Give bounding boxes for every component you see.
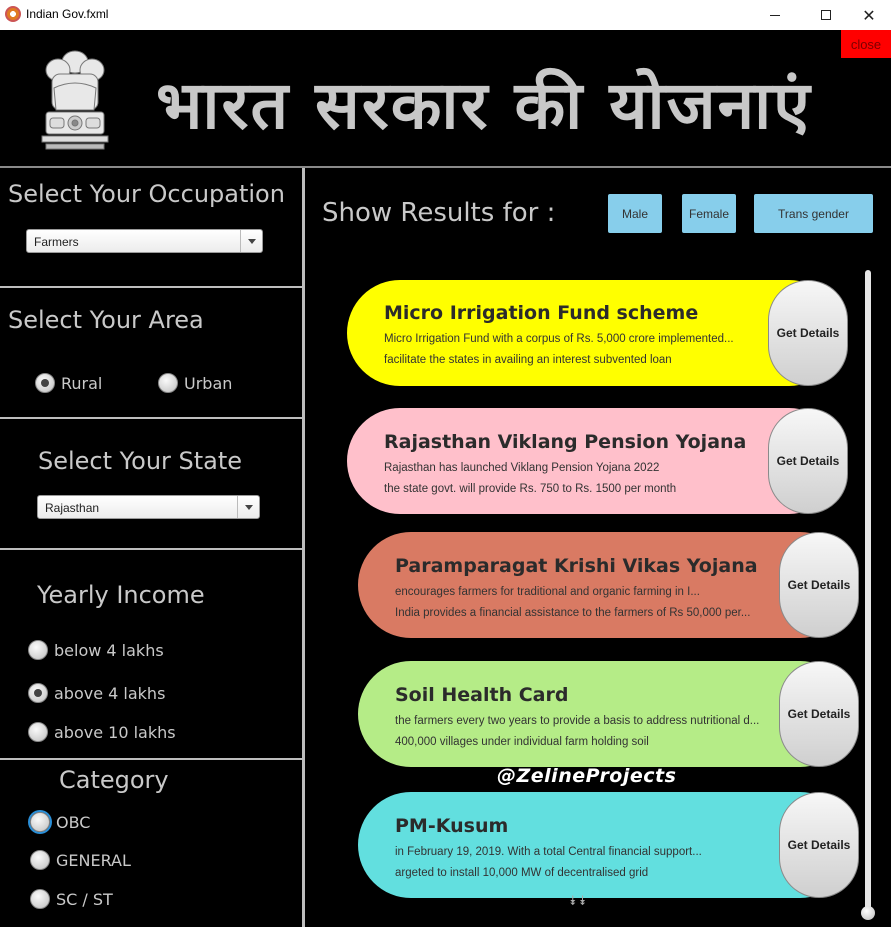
radio-icon [158,373,178,393]
chevron-down-icon [244,504,253,510]
radio-selected-icon [35,373,55,393]
area-option-label: Urban [184,373,233,393]
scheme-description: Micro Irrigation Fund with a corpus of R… [384,333,734,345]
scroll-down-icon: ⯯⯯ [569,894,589,909]
area-title: Select Your Area [8,306,204,334]
window-titlebar: Indian Gov.fxml ✕ [0,0,891,30]
category-radio-obc[interactable]: OBC [30,812,90,832]
section-divider [0,758,302,760]
close-icon: ✕ [862,5,876,25]
scheme-description: facilitate the states in availing an int… [384,354,672,366]
chevron-down-icon [247,238,256,244]
category-radio-general[interactable]: GENERAL [30,850,131,870]
area-option-label: Rural [61,373,103,393]
page-title: भारत सरकार की योजनाएं [156,67,812,144]
scheme-title: Paramparagat Krishi Vikas Yojana [395,555,758,577]
section-divider [0,417,302,419]
radio-icon [30,889,50,909]
scheme-description: the state govt. will provide Rs. 750 to … [384,483,677,495]
get-details-button[interactable]: Get Details [779,792,859,898]
section-divider [0,286,302,288]
national-emblem-logo [41,50,109,150]
scheme-description: Rajasthan has launched Viklang Pension Y… [384,462,660,474]
category-option-label: OBC [56,812,91,832]
area-radio-urban[interactable]: Urban [158,373,232,393]
minimize-icon [770,14,780,16]
watermark: @ZelineProjects [497,765,677,787]
income-option-label: above 10 lakhs [54,722,176,742]
female-button[interactable]: Female [682,194,736,233]
get-details-button[interactable]: Get Details [779,532,859,638]
category-title: Category [59,766,169,794]
get-details-button[interactable]: Get Details [779,661,859,767]
scheme-title: PM-Kusum [395,815,509,837]
maximize-icon [821,10,831,20]
results-label: Show Results for : [322,198,556,228]
occupation-title: Select Your Occupation [8,180,285,208]
scheme-description: argeted to install 10,000 MW of decentra… [395,867,649,879]
radio-icon [28,722,48,742]
scheme-description: the farmers every two years to provide a… [395,715,760,727]
radio-icon [28,640,48,660]
minimize-button[interactable] [752,0,798,30]
category-option-label: GENERAL [56,850,131,870]
section-divider [0,548,302,550]
income-option-label: below 4 lakhs [54,640,164,660]
close-button[interactable]: close [841,30,891,58]
sidebar-divider [302,168,305,927]
scrollbar-track[interactable] [865,270,871,915]
occupation-select[interactable]: Farmers [26,229,263,253]
occupation-value: Farmers [34,235,79,249]
state-select[interactable]: Rajasthan [37,495,260,519]
scheme-title: Rajasthan Viklang Pension Yojana [384,431,747,453]
area-radio-rural[interactable]: Rural [35,373,102,393]
scheme-title: Micro Irrigation Fund scheme [384,302,699,324]
category-option-label: SC / ST [56,889,113,909]
get-details-button[interactable]: Get Details [768,280,848,386]
income-title: Yearly Income [37,581,205,609]
window-close-button[interactable]: ✕ [846,0,891,30]
income-radio-above-10[interactable]: above 10 lakhs [28,722,176,742]
window-title: Indian Gov.fxml [26,7,109,21]
radio-focused-icon [30,812,50,832]
maximize-button[interactable] [803,0,849,30]
income-option-label: above 4 lakhs [54,683,166,703]
male-button[interactable]: Male [608,194,662,233]
radio-selected-icon [28,683,48,703]
get-details-button[interactable]: Get Details [768,408,848,514]
transgender-button[interactable]: Trans gender [754,194,873,233]
state-value: Rajasthan [45,501,100,515]
scheme-title: Soil Health Card [395,684,569,706]
scheme-description: encourages farmers for traditional and o… [395,586,700,598]
radio-icon [30,850,50,870]
category-radio-sc-st[interactable]: SC / ST [30,889,113,909]
income-radio-below-4[interactable]: below 4 lakhs [28,640,164,660]
scrollbar-thumb[interactable] [861,906,875,920]
state-title: Select Your State [38,447,243,475]
scheme-description: 400,000 villages under individual farm h… [395,736,649,748]
income-radio-above-4[interactable]: above 4 lakhs [28,683,165,703]
scheme-description: in February 19, 2019. With a total Centr… [395,846,702,858]
scheme-description: India provides a financial assistance to… [395,607,751,619]
app-icon [5,6,21,22]
